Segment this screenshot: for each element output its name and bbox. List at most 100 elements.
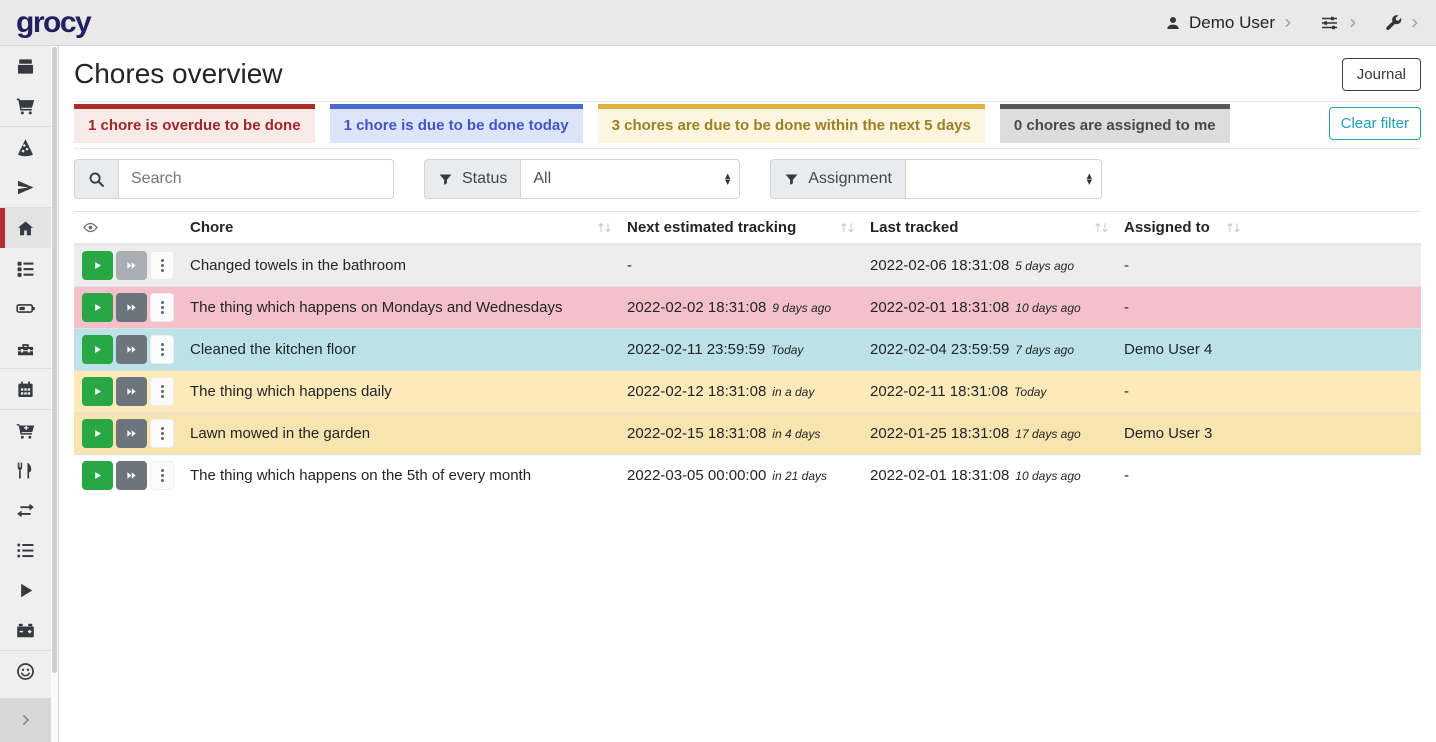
- sidebar-item-user-dashboard[interactable]: [0, 651, 51, 691]
- skip-chore-button[interactable]: [116, 377, 147, 406]
- admin-menu[interactable]: [1384, 14, 1420, 32]
- row-menu-button[interactable]: [150, 461, 174, 490]
- fast-forward-icon: [125, 470, 138, 481]
- wrench-icon: [1384, 14, 1402, 32]
- skip-chore-button[interactable]: [116, 419, 147, 448]
- assigned-to-cell: Demo User 4: [1116, 328, 1248, 370]
- last-tracked-cell: 2022-02-01 18:31:0810 days ago: [862, 286, 1116, 328]
- sidebar-item-transfer[interactable]: [0, 490, 51, 530]
- status-card-due-today[interactable]: 1 chore is due to be done today: [330, 104, 583, 143]
- skip-chore-button[interactable]: [116, 293, 147, 322]
- sidebar-item-batteries-overview[interactable]: [0, 288, 51, 328]
- box-icon: [16, 57, 35, 76]
- chore-name: Lawn mowed in the garden: [182, 412, 619, 454]
- eye-icon: [82, 220, 99, 235]
- search-input[interactable]: [118, 159, 394, 199]
- chevron-right-icon: [20, 713, 32, 727]
- cart-plus-icon: [16, 421, 35, 440]
- track-chore-execution-button[interactable]: [82, 293, 113, 322]
- exchange-icon: [16, 501, 35, 520]
- status-filter-group: Status All ▲▼: [424, 159, 740, 199]
- top-navbar: grocy Demo User: [0, 0, 1436, 46]
- filler-cell: [1248, 244, 1421, 286]
- status-card-overdue[interactable]: 1 chore is overdue to be done: [74, 104, 315, 143]
- sort-icon: ↑↓: [1225, 221, 1239, 235]
- assigned-to-cell: -: [1116, 244, 1248, 286]
- sidebar-item-shopping-list[interactable]: [0, 86, 51, 126]
- chore-name: Cleaned the kitchen floor: [182, 328, 619, 370]
- chore-name: The thing which happens daily: [182, 370, 619, 412]
- sidebar-item-calendar[interactable]: [0, 369, 51, 409]
- column-header-next-estimated-tracking[interactable]: Next estimated tracking↑↓: [619, 212, 862, 245]
- play-icon: [92, 428, 103, 439]
- filler-cell: [1248, 370, 1421, 412]
- sliders-icon: [1319, 14, 1340, 32]
- pizza-icon: [16, 138, 35, 157]
- next-estimated-tracking-cell: 2022-02-12 18:31:08in a day: [619, 370, 862, 412]
- column-header-assigned-to[interactable]: Assigned to↑↓: [1116, 212, 1248, 245]
- row-actions: [74, 412, 182, 454]
- sidebar-scrollbar[interactable]: [51, 46, 58, 742]
- sidebar-item-tasks[interactable]: [0, 248, 51, 288]
- status-card-assigned-to-me[interactable]: 0 chores are assigned to me: [1000, 104, 1230, 143]
- main-content: Chores overview Journal 1 chore is overd…: [59, 46, 1436, 742]
- sidebar-item-consume[interactable]: [0, 450, 51, 490]
- journal-button[interactable]: Journal: [1342, 58, 1421, 91]
- last-tracked-cell: 2022-01-25 18:31:0817 days ago: [862, 412, 1116, 454]
- track-chore-execution-button[interactable]: [82, 461, 113, 490]
- table-row: The thing which happens on Mondays and W…: [74, 286, 1421, 328]
- sort-icon: ↑↓: [596, 221, 610, 235]
- sidebar-item-chores-overview[interactable]: [0, 208, 51, 248]
- skip-chore-button[interactable]: [116, 251, 147, 280]
- sidebar-item-recipes[interactable]: [0, 127, 51, 167]
- sidebar-item-battery-tracking[interactable]: [0, 610, 51, 650]
- user-menu[interactable]: Demo User: [1165, 13, 1293, 33]
- status-card-label: 1 chore is due to be done today: [344, 117, 569, 134]
- play-icon: [92, 470, 103, 481]
- fast-forward-icon: [125, 260, 138, 271]
- sidebar-item-purchase[interactable]: [0, 410, 51, 450]
- settings-menu[interactable]: [1319, 14, 1358, 32]
- caret-updown-icon: ▲▼: [1087, 173, 1092, 185]
- user-icon: [1165, 15, 1181, 31]
- track-chore-execution-button[interactable]: [82, 377, 113, 406]
- column-header-chore[interactable]: Chore↑↓: [182, 212, 619, 245]
- clear-filter-button[interactable]: Clear filter: [1329, 107, 1421, 140]
- sidebar-item-stock-overview[interactable]: [0, 46, 51, 86]
- row-actions: [74, 328, 182, 370]
- column-visibility-header[interactable]: [74, 212, 182, 245]
- track-chore-execution-button[interactable]: [82, 251, 113, 280]
- sidebar-item-meal-plan[interactable]: [0, 167, 51, 207]
- track-chore-execution-button[interactable]: [82, 335, 113, 364]
- assigned-to-cell: -: [1116, 286, 1248, 328]
- row-menu-button[interactable]: [150, 335, 174, 364]
- sidebar-collapse-toggle[interactable]: [0, 698, 51, 742]
- sidebar-item-chore-tracking[interactable]: [0, 570, 51, 610]
- table-header-row: Chore↑↓ Next estimated tracking↑↓ Last t…: [74, 212, 1421, 245]
- filler-cell: [1248, 328, 1421, 370]
- assignment-select[interactable]: ▲▼: [905, 159, 1102, 199]
- row-menu-button[interactable]: [150, 251, 174, 280]
- last-tracked-cell: 2022-02-04 23:59:597 days ago: [862, 328, 1116, 370]
- kebab-menu-icon: [161, 474, 164, 477]
- row-menu-button[interactable]: [150, 293, 174, 322]
- play-icon: [16, 581, 35, 600]
- row-actions: [74, 454, 182, 496]
- kebab-menu-icon: [161, 348, 164, 351]
- status-filter-row: 1 chore is overdue to be done 1 chore is…: [74, 101, 1421, 149]
- skip-chore-button[interactable]: [116, 335, 147, 364]
- track-chore-execution-button[interactable]: [82, 419, 113, 448]
- column-header-last-tracked[interactable]: Last tracked↑↓: [862, 212, 1116, 245]
- status-select[interactable]: All ▲▼: [520, 159, 740, 199]
- row-menu-button[interactable]: [150, 419, 174, 448]
- next-estimated-tracking-cell: 2022-02-15 18:31:08in 4 days: [619, 412, 862, 454]
- table-row: The thing which happens on the 5th of ev…: [74, 454, 1421, 496]
- next-estimated-tracking-cell: 2022-02-02 18:31:089 days ago: [619, 286, 862, 328]
- status-card-due-soon[interactable]: 3 chores are due to be done within the n…: [598, 104, 985, 143]
- sidebar-item-inventory[interactable]: [0, 530, 51, 570]
- row-menu-button[interactable]: [150, 377, 174, 406]
- sidebar-item-equipment[interactable]: [0, 328, 51, 368]
- logo[interactable]: grocy: [16, 8, 90, 38]
- scrollbar-thumb[interactable]: [52, 47, 57, 673]
- skip-chore-button[interactable]: [116, 461, 147, 490]
